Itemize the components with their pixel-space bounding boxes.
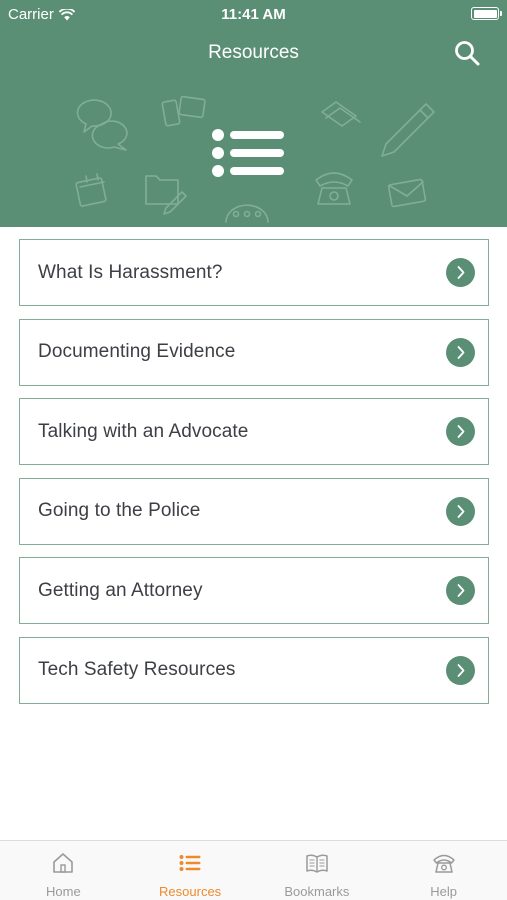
list-icon <box>212 129 284 177</box>
telephone-icon <box>315 172 353 205</box>
header-decoration <box>75 95 435 223</box>
search-icon[interactable] <box>453 39 481 67</box>
resource-item-what-is-harassment[interactable]: What Is Harassment? <box>19 239 489 306</box>
header: Carrier 11:41 AM Resources <box>0 0 507 227</box>
tab-bookmarks[interactable]: Bookmarks <box>254 841 381 900</box>
resource-item-label: Getting an Attorney <box>38 579 203 601</box>
pencil-icon <box>381 103 435 157</box>
status-bar: Carrier 11:41 AM <box>0 0 507 30</box>
tab-help-label: Help <box>430 884 457 899</box>
resource-item-label: Documenting Evidence <box>38 341 236 362</box>
chat-dots-icon <box>225 204 269 223</box>
page-title: Resources <box>208 42 299 63</box>
resource-item-label: Going to the Police <box>38 500 201 521</box>
resource-item-getting-an-attorney[interactable]: Getting an Attorney <box>19 557 489 624</box>
phone-icon <box>432 854 455 873</box>
tab-resources-label: Resources <box>159 884 222 899</box>
chevron-right-icon <box>446 655 475 685</box>
chevron-right-icon <box>446 496 475 526</box>
resources-screen: Carrier 11:41 AM Resources What Is Haras… <box>0 0 507 900</box>
book-icon <box>306 854 328 873</box>
resource-item-tech-safety-resources[interactable]: Tech Safety Resources <box>19 636 489 704</box>
folder-icon <box>145 175 187 215</box>
battery-level <box>473 9 497 18</box>
clock: 11:41 AM <box>221 6 286 23</box>
resource-item-documenting-evidence[interactable]: Documenting Evidence <box>19 318 489 386</box>
tab-bookmarks-label: Bookmarks <box>284 884 350 899</box>
home-icon <box>53 853 74 873</box>
devices-icon <box>161 95 206 127</box>
envelope-icon <box>387 178 427 208</box>
tab-home-label: Home <box>46 884 81 899</box>
resource-item-talking-with-an-advocate[interactable]: Talking with an Advocate <box>19 398 489 465</box>
tab-home[interactable]: Home <box>0 841 127 900</box>
tab-help[interactable]: Help <box>380 841 507 900</box>
resource-item-label: What Is Harassment? <box>38 261 223 283</box>
chevron-right-icon <box>446 337 475 367</box>
battery-icon <box>471 7 502 20</box>
resource-list: What Is Harassment? Documenting Evidence… <box>19 239 489 716</box>
list-icon <box>179 855 201 871</box>
chevron-right-icon <box>446 258 475 287</box>
resource-item-label: Tech Safety Resources <box>38 659 236 680</box>
book-icon <box>321 101 361 127</box>
resource-item-label: Talking with an Advocate <box>38 420 249 442</box>
resource-item-going-to-the-police[interactable]: Going to the Police <box>19 477 489 545</box>
chevron-right-icon <box>446 417 475 446</box>
tab-bar: Home Resources Bookmarks Help <box>0 840 507 900</box>
chevron-right-icon <box>446 576 475 605</box>
calendar-icon <box>75 173 107 207</box>
tab-resources[interactable]: Resources <box>127 841 254 900</box>
speech-bubbles-icon <box>76 99 128 151</box>
